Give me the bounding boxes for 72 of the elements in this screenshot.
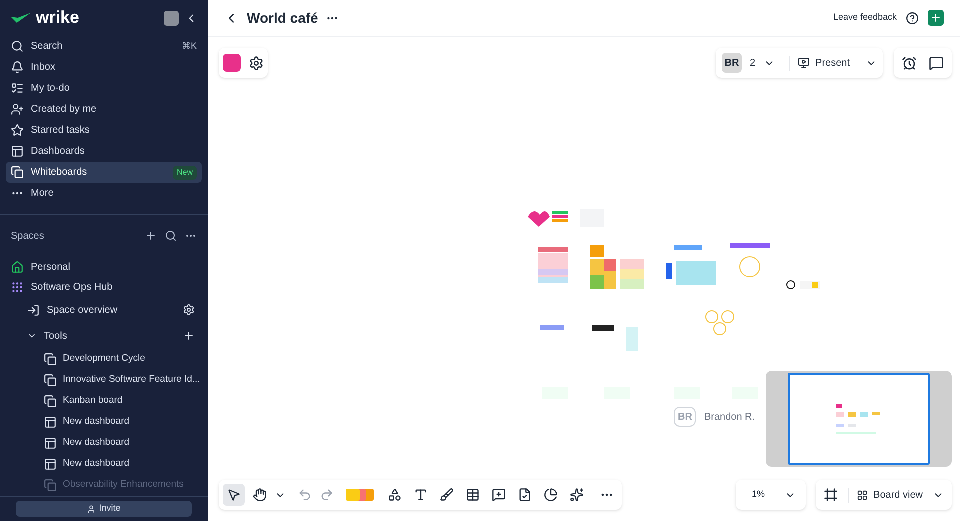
nav-item[interactable]: Search ⌘K <box>6 36 202 57</box>
tree-item[interactable]: New dashboard <box>11 454 197 475</box>
tree-item[interactable]: Kanban board <box>11 391 197 412</box>
zoom-control[interactable]: 1% <box>736 480 806 510</box>
comment-icon[interactable] <box>929 56 944 70</box>
avatar-initials: BR <box>674 407 696 427</box>
shortcut-label: ⌘K <box>182 40 197 53</box>
grid-icon <box>856 490 868 500</box>
star-icon <box>11 124 24 137</box>
space-item[interactable]: Software Ops Hub <box>11 277 197 297</box>
user-icon <box>87 504 96 514</box>
hand-icon[interactable] <box>253 488 267 502</box>
leave-feedback-link[interactable]: Leave feedback <box>833 11 897 25</box>
select-tool[interactable] <box>223 484 245 506</box>
comment-add-icon[interactable] <box>492 488 506 502</box>
sparkles-icon[interactable] <box>570 488 584 502</box>
add-button[interactable] <box>928 10 944 26</box>
table-icon[interactable] <box>466 488 480 502</box>
space-item[interactable]: Personal <box>11 257 197 277</box>
logo-icon <box>10 12 32 24</box>
brush-icon[interactable] <box>440 488 454 502</box>
dashboard-icon <box>44 437 57 450</box>
new-badge: New <box>172 166 197 180</box>
settings-icon[interactable] <box>249 56 264 70</box>
present-button[interactable]: Present <box>788 56 858 70</box>
board-view-button[interactable]: Board view <box>848 488 923 502</box>
plus-icon <box>930 12 942 24</box>
search-icon <box>11 40 24 53</box>
participant-count[interactable]: 2 <box>750 56 756 70</box>
add-icon[interactable] <box>183 330 195 342</box>
collaborator-name: Brandon R. <box>704 410 756 424</box>
zoom-level: 1% <box>752 488 766 502</box>
dashboard-icon <box>44 416 57 429</box>
tree-item[interactable]: Tools <box>11 323 197 349</box>
pointer-icon <box>227 488 241 502</box>
nav-item[interactable]: Whiteboards New <box>6 162 202 183</box>
frame-icon[interactable] <box>824 488 838 502</box>
nav-item[interactable]: Inbox <box>6 57 202 78</box>
tree-item[interactable]: Innovative Software Feature Id... <box>11 370 197 391</box>
todo-icon <box>11 82 24 95</box>
present-icon <box>798 57 810 69</box>
search-icon[interactable] <box>165 230 177 242</box>
nav-item[interactable]: Dashboards <box>6 141 202 162</box>
text-icon[interactable] <box>414 488 428 502</box>
dashboard-icon <box>44 458 57 471</box>
nav-item[interactable]: Created by me <box>6 99 202 120</box>
invite-button[interactable]: Invite <box>16 501 192 517</box>
spaces-heading: Spaces <box>11 230 44 244</box>
nav-item[interactable]: My to-do <box>6 78 202 99</box>
board-title: World café <box>247 8 318 28</box>
tree-item[interactable]: New dashboard <box>11 412 197 433</box>
chart-icon[interactable] <box>544 488 558 502</box>
shapes-icon[interactable] <box>388 488 402 502</box>
avatar[interactable] <box>164 10 179 26</box>
brand-name: wrike <box>36 7 80 30</box>
timer-icon[interactable] <box>902 56 917 70</box>
nav-item[interactable]: More <box>6 183 202 204</box>
sticky-notes-icon[interactable] <box>346 488 376 502</box>
minimap[interactable] <box>766 371 952 467</box>
home-icon <box>11 260 24 274</box>
add-icon[interactable] <box>145 230 157 242</box>
dashboard-icon <box>11 145 24 158</box>
tree-item[interactable]: Development Cycle <box>11 349 197 370</box>
tree-item[interactable]: New dashboard <box>11 433 197 454</box>
help-icon[interactable] <box>906 12 919 24</box>
avatar-initials: BR <box>722 53 742 73</box>
task-icon[interactable] <box>518 488 532 502</box>
enter-icon <box>27 304 40 316</box>
user-plus-icon <box>11 103 24 116</box>
nav-item[interactable]: Starred tasks <box>6 120 202 141</box>
tree-item[interactable]: Space overview <box>11 297 197 323</box>
bell-icon <box>11 61 24 74</box>
